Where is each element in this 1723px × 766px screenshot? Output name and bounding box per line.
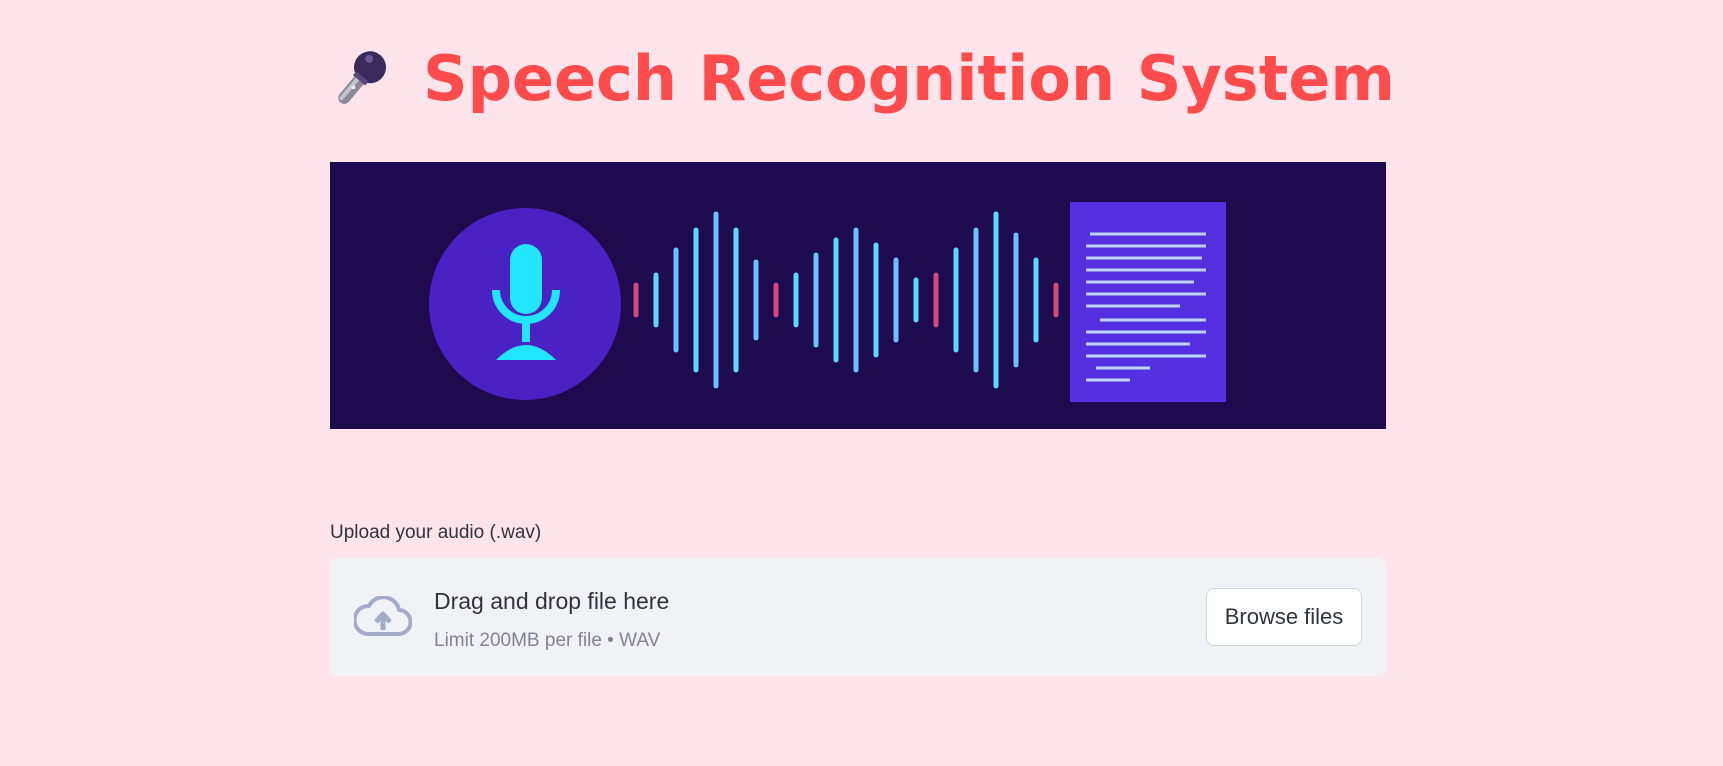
page-title: Speech Recognition System (423, 41, 1395, 115)
microphone-icon (325, 42, 397, 114)
app-root: Speech Recognition System Upload your au… (0, 0, 1723, 766)
banner-document (1070, 202, 1226, 402)
uploader-label: Upload your audio (.wav) (330, 522, 542, 543)
file-dropzone[interactable]: Drag and drop file here Limit 200MB per … (330, 558, 1386, 676)
dropzone-limit: Limit 200MB per file • WAV (434, 630, 661, 651)
dropzone-instructions: Drag and drop file here (434, 588, 670, 614)
browse-files-button[interactable]: Browse files (1206, 588, 1362, 646)
header: Speech Recognition System (330, 28, 1395, 128)
banner-image (330, 162, 1386, 429)
cloud-upload-icon (352, 595, 413, 640)
